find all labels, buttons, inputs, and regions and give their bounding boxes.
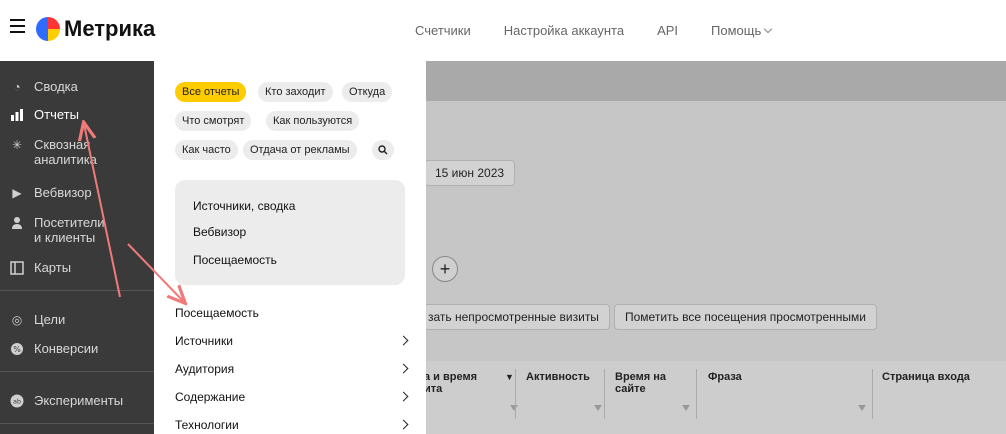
column-divider <box>604 369 605 419</box>
sidebar-item-maps[interactable]: Карты <box>0 260 154 275</box>
favorite-reports: Источники, сводка Вебвизор Посещаемость <box>175 180 405 285</box>
column-divider <box>872 369 873 419</box>
sidebar-item-label: Отчеты <box>34 107 79 122</box>
date-range-button[interactable]: 15 июн 2023 <box>424 160 516 186</box>
chevron-right-icon <box>398 363 409 374</box>
nav-help-label: Помощь <box>711 23 762 38</box>
chip-how-often[interactable]: Как часто <box>175 140 238 160</box>
mark-all-viewed-button[interactable]: Пометить все посещения просмотренными <box>614 304 877 330</box>
sidebar-item-conversions[interactable]: % Конверсии <box>0 341 154 356</box>
map-icon <box>10 261 24 275</box>
chip-who-visits[interactable]: Кто заходит <box>258 82 333 102</box>
filter-icon[interactable] <box>594 405 602 413</box>
nav-api[interactable]: API <box>657 23 678 38</box>
sidebar-item-goals[interactable]: ◎ Цели <box>0 312 154 327</box>
sidebar: ◔ Сводка Отчеты ✳ Сквозная аналитика ▶ В… <box>0 61 154 434</box>
menu-item-attendance[interactable]: Посещаемость <box>175 306 409 320</box>
sidebar-item-experiments[interactable]: ab Эксперименты <box>0 393 154 408</box>
chip-how-they-use[interactable]: Как пользуются <box>266 111 360 131</box>
chip-ad-return[interactable]: Отдача от рекламы <box>243 140 357 160</box>
chip-what-they-view[interactable]: Что смотрят <box>175 111 252 131</box>
sidebar-item-label: Эксперименты <box>34 393 124 408</box>
column-divider <box>696 369 697 419</box>
sidebar-item-label: Конверсии <box>34 341 99 356</box>
menu-item-label: Источники <box>175 334 233 348</box>
favorite-attendance[interactable]: Посещаемость <box>193 253 277 267</box>
target-icon: ◎ <box>11 313 23 327</box>
favorite-webvisor[interactable]: Вебвизор <box>193 225 246 239</box>
sidebar-divider <box>0 423 154 424</box>
show-unviewed-visits-button[interactable]: зать непросмотренные визиты <box>418 304 610 330</box>
sidebar-item-webvisor[interactable]: ▶ Вебвизор <box>0 185 154 200</box>
metrika-logo-icon[interactable] <box>36 17 60 41</box>
sidebar-item-label: Цели <box>34 312 66 327</box>
sidebar-divider <box>0 371 154 372</box>
top-navigation: Счетчики Настройка аккаунта API Помощь <box>415 23 773 38</box>
nav-help[interactable]: Помощь <box>711 23 773 38</box>
column-time-on-site[interactable]: Время на сайте <box>615 371 685 395</box>
hamburger-menu-icon[interactable] <box>10 19 25 33</box>
person-icon <box>10 216 24 230</box>
filter-icon[interactable] <box>858 405 866 413</box>
asterisk-icon: ✳ <box>11 138 23 152</box>
sidebar-item-label: Посетители и клиенты <box>34 215 105 245</box>
menu-item-label: Технологии <box>175 418 239 432</box>
top-bar: Метрика Счетчики Настройка аккаунта API … <box>0 0 1006 61</box>
sidebar-item-label: Сводка <box>34 79 78 94</box>
logo-text[interactable]: Метрика <box>64 16 155 42</box>
column-entry-page[interactable]: Страница входа <box>882 371 970 383</box>
sort-arrow-icon[interactable]: ▼ <box>505 371 514 383</box>
chevron-down-icon <box>764 24 773 34</box>
column-phrase[interactable]: Фраза <box>708 371 742 383</box>
play-icon: ▶ <box>12 186 22 200</box>
sidebar-item-summary[interactable]: ◔ Сводка <box>0 79 154 94</box>
bar-chart-icon <box>10 108 24 122</box>
svg-text:ab: ab <box>13 398 21 406</box>
nav-counters[interactable]: Счетчики <box>415 23 471 38</box>
reports-menu-panel: Все отчеты Кто заходит Откуда Что смотря… <box>154 61 426 434</box>
chip-all-reports[interactable]: Все отчеты <box>175 82 247 102</box>
column-date-time[interactable]: а и время ита <box>424 371 504 395</box>
chip-from-where[interactable]: Откуда <box>342 82 393 102</box>
sidebar-item-label: Карты <box>34 260 72 275</box>
menu-item-sources[interactable]: Источники <box>175 334 409 348</box>
chevron-right-icon <box>398 391 409 402</box>
sidebar-item-label: Сквозная аналитика <box>34 137 97 167</box>
chevron-right-icon <box>398 335 409 346</box>
search-icon[interactable] <box>372 140 394 160</box>
sidebar-item-reports[interactable]: Отчеты <box>0 107 154 122</box>
add-segment-button[interactable]: + <box>432 256 458 282</box>
menu-item-label: Аудитория <box>175 362 235 376</box>
sidebar-divider <box>0 290 154 291</box>
conversion-icon: % <box>10 342 24 356</box>
chevron-right-icon <box>398 419 409 430</box>
sidebar-item-label: Вебвизор <box>34 185 92 200</box>
menu-item-label: Содержание <box>175 390 246 404</box>
ab-icon: ab <box>10 394 24 408</box>
gauge-icon: ◔ <box>13 80 21 94</box>
filter-icon[interactable] <box>682 405 690 413</box>
visits-table-header: а и время ита ▼ Активность Время на сайт… <box>418 361 1006 434</box>
menu-item-label: Посещаемость <box>175 306 259 320</box>
filter-icon[interactable] <box>510 405 518 413</box>
favorite-sources-summary[interactable]: Источники, сводка <box>193 199 295 213</box>
menu-item-content[interactable]: Содержание <box>175 390 409 404</box>
column-activity[interactable]: Активность <box>526 371 590 383</box>
menu-item-technologies[interactable]: Технологии <box>175 418 409 432</box>
menu-item-audience[interactable]: Аудитория <box>175 362 409 376</box>
column-divider <box>515 369 516 419</box>
nav-account-settings[interactable]: Настройка аккаунта <box>504 23 624 38</box>
sidebar-item-visitors[interactable]: Посетители и клиенты <box>0 215 154 245</box>
svg-text:%: % <box>13 345 21 354</box>
sidebar-item-end-to-end-analytics[interactable]: ✳ Сквозная аналитика <box>0 137 154 167</box>
